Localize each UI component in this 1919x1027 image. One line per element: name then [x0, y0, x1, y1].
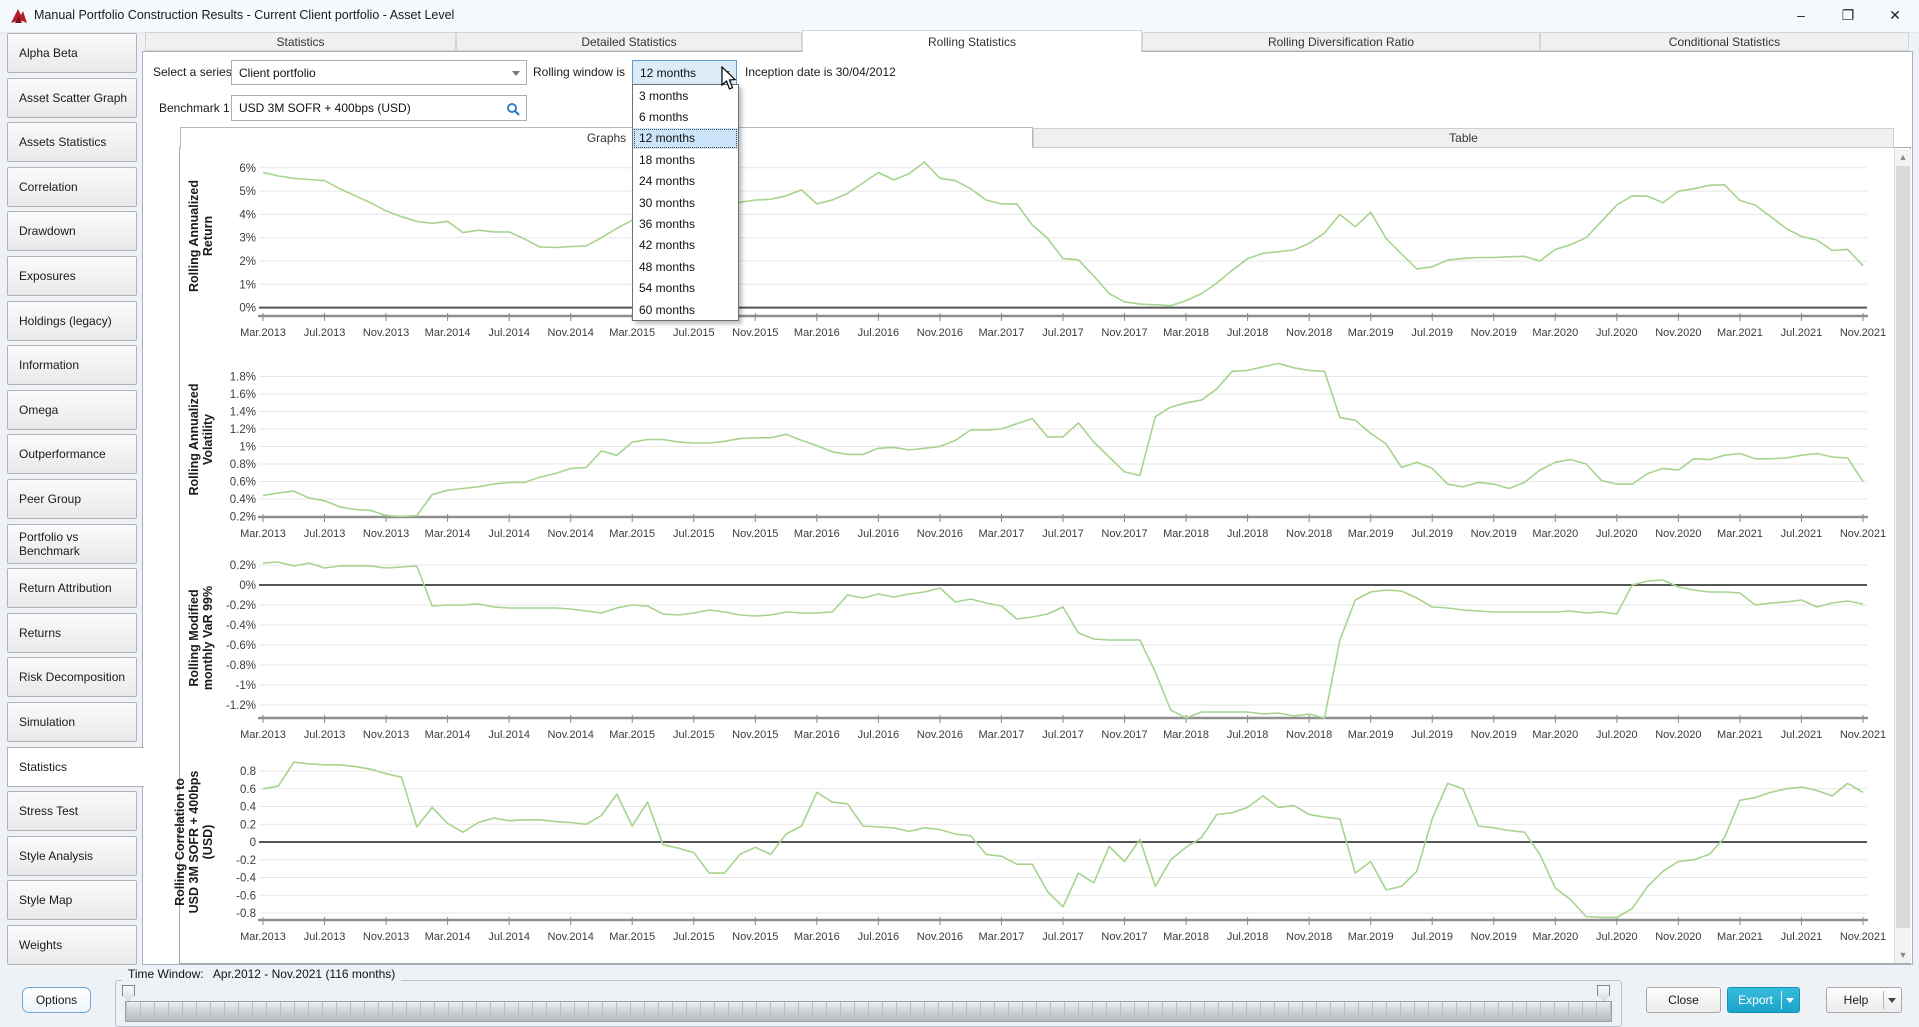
- sidebar-item-assets-statistics[interactable]: Assets Statistics: [7, 122, 137, 163]
- dropdown-option-54-months[interactable]: 54 months: [633, 278, 738, 299]
- tab-rolling-statistics[interactable]: Rolling Statistics: [802, 30, 1142, 52]
- tab-detailed-statistics[interactable]: Detailed Statistics: [456, 32, 802, 51]
- application-window: Manual Portfolio Construction Results - …: [0, 0, 1919, 1027]
- minimize-icon[interactable]: –: [1786, 4, 1816, 26]
- sidebar-item-statistics[interactable]: Statistics: [7, 746, 144, 787]
- title-bar: Manual Portfolio Construction Results - …: [0, 0, 1919, 33]
- sidebar-item-exposures[interactable]: Exposures: [7, 256, 137, 296]
- tab-conditional-statistics[interactable]: Conditional Statistics: [1540, 32, 1909, 51]
- tab-rolling-diversification-ratio[interactable]: Rolling Diversification Ratio: [1142, 32, 1540, 51]
- time-window-slider-track[interactable]: [125, 1001, 1612, 1022]
- sidebar-item-peer-group[interactable]: Peer Group: [7, 479, 137, 519]
- sidebar-item-outperformance[interactable]: Outperformance: [7, 434, 137, 475]
- sidebar-item-alpha-beta[interactable]: Alpha Beta: [7, 33, 137, 73]
- series-value: Client portfolio: [239, 65, 316, 80]
- help-dropdown-arrow[interactable]: [1883, 988, 1901, 1012]
- dropdown-option-24-months[interactable]: 24 months: [633, 171, 738, 192]
- rolling-window-label: Rolling window is: [533, 65, 626, 79]
- export-dropdown-arrow[interactable]: [1781, 988, 1799, 1012]
- dropdown-option-30-months[interactable]: 30 months: [633, 192, 738, 213]
- dropdown-option-60-months[interactable]: 60 months: [633, 299, 738, 320]
- close-button[interactable]: Close: [1646, 987, 1721, 1013]
- sidebar-item-holdings-legacy-[interactable]: Holdings (legacy): [7, 300, 137, 341]
- sidebar-item-style-map[interactable]: Style Map: [7, 880, 137, 921]
- sidebar-item-correlation[interactable]: Correlation: [7, 166, 137, 207]
- time-window-value: Apr.2012 - Nov.2021 (116 months): [212, 967, 396, 981]
- portfolio-app-icon: [11, 9, 27, 23]
- help-button[interactable]: Help: [1826, 987, 1902, 1013]
- export-button[interactable]: Export: [1727, 987, 1800, 1013]
- rolling-window-dropdown-list: 3 months 6 months 12 months 18 months 24 mon…: [632, 84, 739, 322]
- dropdown-option-18-months[interactable]: 18 months: [633, 149, 738, 170]
- scrollbar-thumb[interactable]: [1896, 166, 1910, 928]
- close-button-label: Close: [1668, 993, 1699, 1007]
- scroll-up-icon[interactable]: ▲: [1897, 152, 1909, 162]
- sidebar-item-weights[interactable]: Weights: [7, 925, 137, 965]
- sidebar-item-simulation[interactable]: Simulation: [7, 702, 137, 742]
- tab-graphs-label: Graphs: [586, 131, 627, 145]
- benchmark-field[interactable]: USD 3M SOFR + 400bps (USD): [231, 95, 527, 121]
- dropdown-option-6-months[interactable]: 6 months: [633, 106, 738, 127]
- time-window-caption: Time Window: Apr.2012 - Nov.2021 (116 mo…: [122, 967, 402, 983]
- close-icon[interactable]: ✕: [1880, 4, 1910, 26]
- dropdown-option-36-months[interactable]: 36 months: [633, 213, 738, 234]
- time-window-label: Time Window:: [128, 967, 204, 981]
- graphs-panel: [179, 147, 1911, 964]
- benchmark-value: USD 3M SOFR + 400bps (USD): [239, 101, 411, 115]
- rolling-window-value: 12 months: [640, 65, 697, 80]
- tab-table[interactable]: Table: [1033, 128, 1894, 148]
- sidebar-item-omega[interactable]: Omega: [7, 389, 137, 430]
- dropdown-option-42-months[interactable]: 42 months: [633, 235, 738, 256]
- window-title: Manual Portfolio Construction Results - …: [34, 8, 455, 22]
- inception-date-text: Inception date is 30/04/2012: [745, 65, 896, 79]
- scroll-down-icon[interactable]: ▼: [1897, 950, 1909, 960]
- sidebar-item-stress-test[interactable]: Stress Test: [7, 791, 137, 832]
- search-icon[interactable]: [506, 102, 520, 116]
- restore-icon[interactable]: ❐: [1833, 4, 1863, 26]
- sidebar-item-returns[interactable]: Returns: [7, 612, 137, 653]
- chevron-down-icon: [512, 71, 520, 76]
- mouse-cursor: [721, 66, 737, 90]
- sidebar-item-risk-decomposition[interactable]: Risk Decomposition: [7, 657, 137, 698]
- series-combobox[interactable]: Client portfolio: [231, 60, 527, 85]
- dropdown-option-48-months[interactable]: 48 months: [633, 256, 738, 277]
- sidebar-item-return-attribution[interactable]: Return Attribution: [7, 568, 137, 609]
- benchmark-label: Benchmark 1: [159, 101, 230, 115]
- tab-table-label: Table: [1449, 131, 1478, 145]
- sidebar-item-asset-scatter-graph[interactable]: Asset Scatter Graph: [7, 77, 137, 118]
- tab-statistics[interactable]: Statistics: [145, 32, 456, 51]
- tab-graphs[interactable]: Graphs: [180, 127, 1033, 148]
- export-button-label: Export: [1738, 993, 1773, 1007]
- series-label: Select a series: [153, 65, 232, 79]
- sidebar-item-information[interactable]: Information: [7, 345, 137, 386]
- sidebar-item-drawdown[interactable]: Drawdown: [7, 211, 137, 252]
- sidebar-item-style-analysis[interactable]: Style Analysis: [7, 835, 137, 876]
- dropdown-option-12-months[interactable]: 12 months: [633, 127, 738, 150]
- sidebar-item-portfolio-vs-benchmark[interactable]: Portfolio vs Benchmark: [7, 523, 137, 564]
- options-button-label: Options: [35, 993, 78, 1007]
- options-button[interactable]: Options: [22, 987, 91, 1013]
- vertical-scrollbar[interactable]: ▲ ▼: [1894, 149, 1911, 963]
- help-button-label: Help: [1843, 993, 1869, 1007]
